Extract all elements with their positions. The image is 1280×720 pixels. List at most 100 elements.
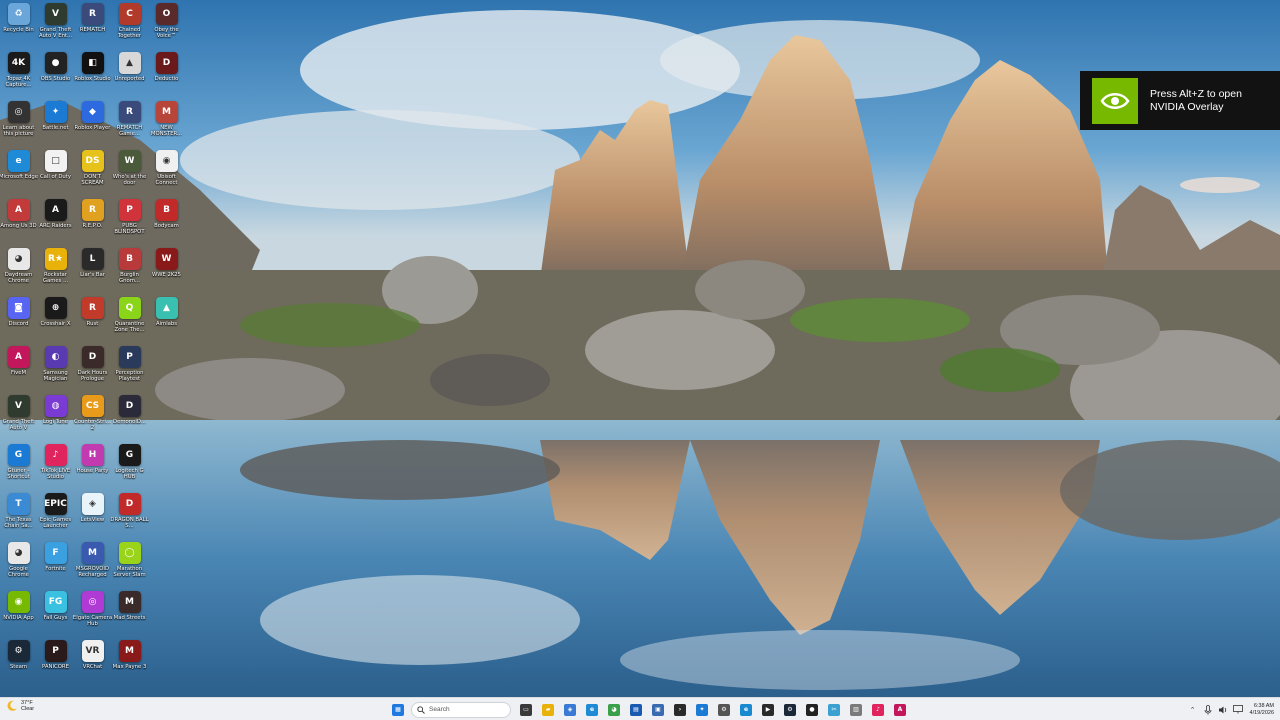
weather-widget[interactable]: 37°F Clear bbox=[6, 700, 34, 712]
taskbar-button-terminal[interactable]: › bbox=[671, 701, 689, 719]
search-input[interactable] bbox=[429, 706, 499, 713]
taskbar-button-task-view[interactable]: ▭ bbox=[517, 701, 535, 719]
desktop-icon[interactable]: O Obey the Voice™ bbox=[148, 0, 185, 49]
desktop-icon[interactable]: F Fortnite bbox=[37, 539, 74, 588]
taskbar-button-fivem[interactable]: A bbox=[891, 701, 909, 719]
desktop-icon[interactable]: R REMATCH bbox=[74, 0, 111, 49]
desktop-icon-label: Marathon Server Slam bbox=[113, 566, 146, 578]
desktop-icon[interactable]: VR VRChat bbox=[74, 637, 111, 686]
desktop-icon[interactable]: 4K Topaz 4K Capture... bbox=[0, 49, 37, 98]
desktop-icon[interactable]: A Among Us 3D bbox=[0, 196, 37, 245]
speaker-icon[interactable] bbox=[1217, 704, 1229, 716]
desktop-icon[interactable]: ◧ Roblox Studio bbox=[74, 49, 111, 98]
taskbar-button-edge-beta[interactable]: e bbox=[737, 701, 755, 719]
desktop-icon[interactable]: C Chained Together bbox=[111, 0, 148, 49]
desktop-icon[interactable]: D Dark Hours Prologue bbox=[74, 343, 111, 392]
nvidia-overlay-notification[interactable]: Press Alt+Z to open NVIDIA Overlay bbox=[1080, 71, 1280, 130]
taskbar-button-chrome[interactable]: ◕ bbox=[605, 701, 623, 719]
desktop-icon-label: Google Chrome bbox=[8, 566, 29, 578]
taskbar-button-settings[interactable]: ⚙ bbox=[715, 701, 733, 719]
desktop-icon[interactable]: T The Texas Chain Sa... bbox=[0, 490, 37, 539]
microphone-icon[interactable] bbox=[1202, 704, 1214, 716]
desktop-icon[interactable]: L Liar's Bar bbox=[74, 245, 111, 294]
desktop-icon[interactable]: H House Party bbox=[74, 441, 111, 490]
desktop-icon[interactable]: ◕ Daydream Chrome bbox=[0, 245, 37, 294]
desktop-icon[interactable]: D DRAGON BALL S... bbox=[110, 490, 149, 539]
desktop-icon-label: Burglin Gnom... bbox=[119, 272, 140, 284]
desktop-icon[interactable]: W Who's at the door bbox=[111, 147, 148, 196]
desktop-icon[interactable]: Q Quarantine Zone The... bbox=[111, 294, 148, 343]
desktop-icon[interactable]: ◎ Learn about this picture bbox=[0, 98, 37, 147]
desktop-icon[interactable]: ◉ NVIDIA App bbox=[0, 588, 37, 637]
taskbar-search-box[interactable] bbox=[411, 701, 511, 718]
chrome-icon: ◕ bbox=[608, 703, 620, 716]
taskbar-button-start[interactable]: ▦ bbox=[389, 701, 407, 719]
desktop-icon[interactable]: P PANICORE bbox=[37, 637, 74, 686]
desktop-icon[interactable]: EPIC Epic Games Launcher bbox=[37, 490, 74, 539]
taskbar-button-snipping-tool[interactable]: ✂ bbox=[825, 701, 843, 719]
letsview-icon: ◈ bbox=[81, 493, 104, 515]
desktop-icon[interactable]: DS DON'T SCREAM bbox=[74, 147, 111, 196]
desktop-icon[interactable]: CS Counter-Stri... 2 bbox=[74, 392, 111, 441]
taskbar-button-copilot[interactable]: ◈ bbox=[561, 701, 579, 719]
desktop-icon[interactable]: e Microsoft Edge bbox=[0, 147, 38, 196]
desktop-icon[interactable]: A ARC Raiders bbox=[37, 196, 74, 245]
desktop-icon[interactable]: ⚙ Steam bbox=[0, 637, 37, 686]
desktop-icon-label: Roblox Player bbox=[74, 125, 111, 131]
taskbar-button-photos[interactable]: ▣ bbox=[649, 701, 667, 719]
taskbar-button-media[interactable]: ▶ bbox=[759, 701, 777, 719]
desktop-icon[interactable]: ● OBS Studio bbox=[37, 49, 74, 98]
desktop-icon[interactable]: W WWE 2K25 bbox=[148, 245, 185, 294]
desktop-icon[interactable]: M MSGROVOID Recharged bbox=[74, 539, 111, 588]
desktop-icon[interactable]: B Bodycam bbox=[148, 196, 185, 245]
clock[interactable]: 6:38 AM 4/19/2026 bbox=[1250, 703, 1274, 716]
desktop-icon[interactable]: V Grand Theft Auto V bbox=[0, 392, 37, 441]
taskbar-button-tiktok-live[interactable]: ♪ bbox=[869, 701, 887, 719]
desktop-icon[interactable]: ♪ TikTok LIVE Studio bbox=[37, 441, 74, 490]
fall-guys-icon: FG bbox=[44, 591, 67, 613]
desktop-icon[interactable]: ◯ Marathon Server Slam bbox=[111, 539, 148, 588]
desktop-icon[interactable]: ◍ Logi Tune bbox=[37, 392, 74, 441]
desktop-icon[interactable]: P PUBG BLINDSPOT bbox=[111, 196, 148, 245]
taskbar-button-paint[interactable]: ▥ bbox=[847, 701, 865, 719]
desktop-icon[interactable]: M Max Payne 3 bbox=[111, 637, 148, 686]
chevron-up-icon[interactable]: ⌃ bbox=[1187, 704, 1199, 716]
taskbar-button-obs-studio[interactable]: ● bbox=[803, 701, 821, 719]
desktop-icon[interactable]: ▲ Aimlabs bbox=[148, 294, 185, 343]
desktop-icon[interactable]: ◕ Google Chrome bbox=[0, 539, 37, 588]
desktop-icon[interactable]: ◎ Elgato Camera Hub bbox=[73, 588, 112, 637]
desktop-icon[interactable]: ◈ LetsView bbox=[74, 490, 111, 539]
desktop-icon[interactable]: FG Fall Guys bbox=[37, 588, 74, 637]
desktop-icon[interactable]: M NEW MONSTER... bbox=[148, 98, 185, 147]
desktop-icon[interactable]: A FiveM bbox=[0, 343, 37, 392]
desktop-icon[interactable]: M Mad Streets bbox=[111, 588, 148, 637]
desktop-icon[interactable]: ♻ Recycle Bin bbox=[0, 0, 37, 49]
taskbar-button-file-explorer[interactable]: ▰ bbox=[539, 701, 557, 719]
desktop-icon[interactable]: R Rust bbox=[74, 294, 111, 343]
desktop-icon[interactable]: ◙ Discord bbox=[0, 294, 37, 343]
desktop-icon[interactable]: P Perception Playtest bbox=[111, 343, 148, 392]
network-icon[interactable] bbox=[1232, 704, 1244, 716]
desktop-icon[interactable]: D DemonolD... bbox=[111, 392, 148, 441]
taskbar-button-battle-net[interactable]: ✦ bbox=[693, 701, 711, 719]
desktop-icon[interactable]: G Logitech G HUB bbox=[111, 441, 148, 490]
desktop-icon[interactable]: R★ Rockstar Games ... bbox=[37, 245, 74, 294]
taskbar-button-notepad[interactable]: ▤ bbox=[627, 701, 645, 719]
taskbar-button-steam[interactable]: ⚙ bbox=[781, 701, 799, 719]
taskbar-button-edge[interactable]: e bbox=[583, 701, 601, 719]
desktop-icon[interactable]: B Burglin Gnom... bbox=[111, 245, 148, 294]
desktop-icon[interactable]: D Deductio bbox=[148, 49, 185, 98]
desktop-icon[interactable]: ◉ Ubisoft Connect bbox=[148, 147, 185, 196]
desktop-icon[interactable]: R REMATCH Game... bbox=[111, 98, 148, 147]
desktop-icon[interactable]: ◐ Samsung Magician bbox=[37, 343, 74, 392]
desktop-icon[interactable]: ▲ Unreported bbox=[111, 49, 148, 98]
desktop-icon[interactable]: ◆ Roblox Player bbox=[74, 98, 111, 147]
desktop-icon[interactable]: V Grand Theft Auto V Ent... bbox=[37, 0, 74, 49]
desktop-icon[interactable]: ⊕ Crosshair X bbox=[37, 294, 74, 343]
desktop-icon[interactable]: G Gtuner - Shortcut bbox=[0, 441, 37, 490]
desktop-icon[interactable]: ✦ Battle.net bbox=[37, 98, 74, 147]
edge-icon: e bbox=[7, 150, 30, 172]
edge-beta-icon: e bbox=[740, 703, 752, 716]
desktop-icon[interactable]: □ Call of Duty bbox=[37, 147, 74, 196]
desktop-icon[interactable]: R R.E.P.O. bbox=[74, 196, 111, 245]
